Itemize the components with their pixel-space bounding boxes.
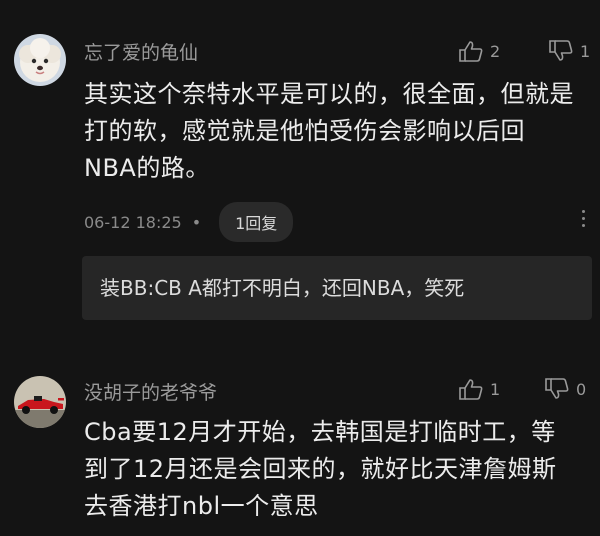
avatar[interactable]: [14, 376, 66, 428]
comment-item: 没胡子的老爷爷 1 0 Cba要12月才开始，去韩国是打临时工，等 到了12月还…: [0, 0, 600, 536]
comment-text-line: 到了12月还是会回来的，就好比天津詹姆斯: [84, 455, 557, 483]
comment-text-line: Cba要12月才开始，去韩国是打临时工，等: [84, 418, 556, 446]
dislike-count: 0: [576, 379, 587, 399]
dislike-button[interactable]: 0: [544, 378, 586, 400]
comment-text-line: 去香港打nbl一个意思: [84, 492, 319, 520]
like-count: 1: [490, 379, 501, 399]
username[interactable]: 没胡子的老爷爷: [84, 378, 217, 405]
thumbs-down-icon: [545, 378, 569, 399]
race-car-avatar-icon: [14, 376, 66, 428]
like-button[interactable]: 1: [458, 378, 500, 400]
thumbs-up-icon: [459, 379, 483, 400]
comment-text: Cba要12月才开始，去韩国是打临时工，等 到了12月还是会回来的，就好比天津詹…: [84, 414, 584, 525]
